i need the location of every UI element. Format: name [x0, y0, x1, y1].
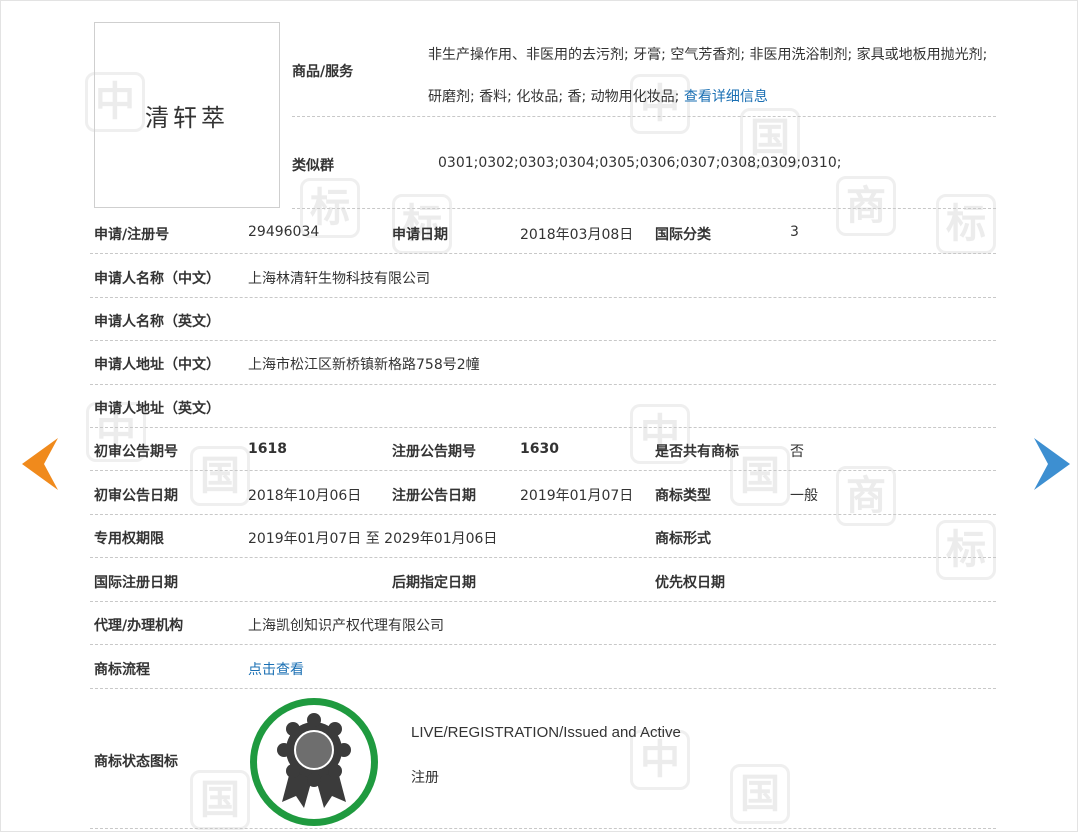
tm-type-value: 一般: [790, 488, 818, 504]
agent-value: 上海凯创知识产权代理有限公司: [248, 618, 444, 634]
divider: [90, 514, 996, 515]
similar-group-value: 0301;0302;0303;0304;0305;0306;0307;0308;…: [438, 155, 842, 171]
divider: [90, 470, 996, 471]
address-cn-label: 申请人地址（中文）: [94, 357, 220, 373]
prelim-date-value: 2018年10月06日: [248, 488, 362, 504]
watermark-glyph: 国: [730, 764, 790, 824]
status-icon-label: 商标状态图标: [94, 754, 178, 770]
goods-services-text: 非生产操作用、非医用的去污剂; 牙膏; 空气芳香剂; 非医用洗浴制剂; 家具或地…: [428, 34, 1000, 118]
divider: [90, 427, 996, 428]
status-en-text: LIVE/REGISTRATION/Issued and Active: [411, 724, 681, 741]
divider: [90, 644, 996, 645]
priority-date-label: 优先权日期: [655, 575, 725, 591]
reg-no-label: 申请/注册号: [94, 227, 170, 243]
prelim-date-label: 初审公告日期: [94, 488, 178, 504]
later-date-label: 后期指定日期: [392, 575, 476, 591]
divider: [90, 297, 996, 298]
divider: [90, 340, 996, 341]
apply-date-value: 2018年03月08日: [520, 227, 634, 243]
flow-label: 商标流程: [94, 662, 150, 678]
tm-type-label: 商标类型: [655, 488, 711, 504]
status-cn-text: 注册: [411, 770, 439, 786]
watermark-glyph: 商: [836, 176, 896, 236]
divider: [90, 601, 996, 602]
reg-pub-no-label: 注册公告期号: [392, 444, 476, 460]
applicant-cn-value: 上海林清轩生物科技有限公司: [248, 271, 430, 287]
applicant-en-label: 申请人名称（英文）: [94, 314, 220, 330]
divider: [90, 688, 996, 689]
shared-value: 否: [790, 444, 804, 460]
applicant-cn-label: 申请人名称（中文）: [94, 271, 220, 287]
prev-arrow-icon[interactable]: [22, 438, 60, 490]
intl-reg-date-label: 国际注册日期: [94, 575, 178, 591]
divider: [90, 557, 996, 558]
watermark-glyph: 商: [836, 466, 896, 526]
agent-label: 代理/办理机构: [94, 618, 184, 634]
exclusive-value: 2019年01月07日 至 2029年01月06日: [248, 531, 498, 547]
apply-date-label: 申请日期: [392, 227, 448, 243]
shared-label: 是否共有商标: [655, 444, 739, 460]
exclusive-label: 专用权期限: [94, 531, 164, 547]
tm-form-label: 商标形式: [655, 531, 711, 547]
goods-label: 商品/服务: [292, 64, 354, 80]
intl-class-value: 3: [790, 224, 799, 240]
next-arrow-icon[interactable]: [1032, 438, 1070, 490]
watermark-glyph: 国: [190, 770, 250, 830]
flow-view-link[interactable]: 点击查看: [248, 659, 304, 679]
divider: [90, 253, 996, 254]
divider: [292, 208, 996, 209]
similar-group-label: 类似群: [292, 158, 334, 174]
address-cn-value: 上海市松江区新桥镇新格路758号2幢: [248, 357, 480, 373]
reg-pub-date-value: 2019年01月07日: [520, 488, 634, 504]
address-en-label: 申请人地址（英文）: [94, 401, 220, 417]
divider: [292, 116, 996, 117]
divider: [90, 384, 996, 385]
trademark-image: 清轩萃: [94, 22, 280, 208]
trademark-text: 清轩萃: [145, 103, 229, 132]
reg-pub-no-value: 1630: [520, 441, 559, 457]
watermark-glyph: 标: [936, 194, 996, 254]
intl-class-label: 国际分类: [655, 227, 711, 243]
reg-pub-date-label: 注册公告日期: [392, 488, 476, 504]
rosette-badge-icon: [277, 713, 351, 808]
goods-detail-link[interactable]: 查看详细信息: [684, 89, 768, 105]
registered-seal-icon: [250, 698, 378, 826]
prelim-no-value: 1618: [248, 441, 287, 457]
prelim-no-label: 初审公告期号: [94, 444, 178, 460]
watermark-glyph: 标: [936, 520, 996, 580]
watermark-glyph: 国: [190, 446, 250, 506]
reg-no-value: 29496034: [248, 224, 320, 240]
watermark-glyph: 国: [730, 446, 790, 506]
divider: [90, 828, 996, 829]
